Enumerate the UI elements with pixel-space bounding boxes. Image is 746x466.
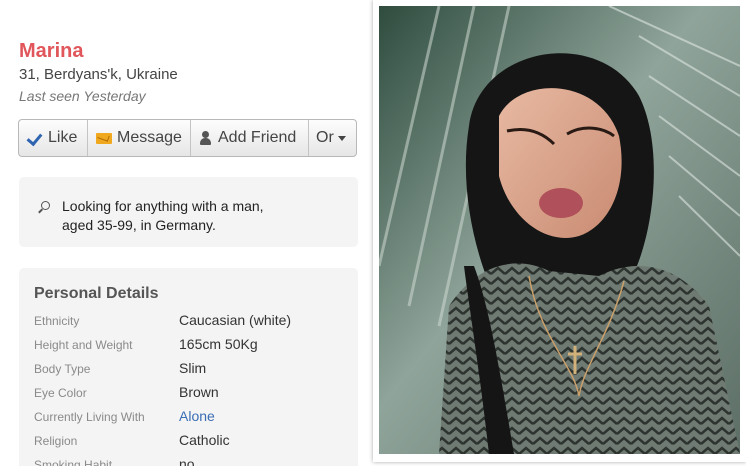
detail-row-religion: Religion Catholic (34, 432, 354, 452)
message-button[interactable]: Message (88, 120, 191, 156)
search-icon (38, 201, 51, 214)
detail-row-body-type: Body Type Slim (34, 360, 354, 380)
looking-for-text: Looking for anything with a man, aged 35… (62, 197, 302, 235)
add-person-icon (199, 130, 213, 146)
check-icon (27, 131, 43, 145)
envelope-icon (96, 132, 112, 144)
detail-label: Religion (34, 434, 78, 448)
looking-for-line-2: aged 35-99, in Germany. (62, 217, 216, 233)
profile-photo-image (379, 6, 740, 454)
profile-photo-frame (373, 0, 746, 462)
detail-label: Smoking Habit (34, 458, 113, 466)
detail-row-living-with: Currently Living With Alone (34, 408, 354, 428)
personal-details-panel: Personal Details Ethnicity Caucasian (wh… (19, 268, 358, 466)
profile-photo[interactable] (379, 6, 740, 454)
detail-label: Ethnicity (34, 314, 80, 328)
detail-row-eye-color: Eye Color Brown (34, 384, 354, 404)
like-label: Like (48, 129, 78, 146)
living-with-link[interactable]: Alone (179, 408, 215, 424)
message-label: Message (117, 129, 182, 146)
detail-row-height-weight: Height and Weight 165cm 50Kg (34, 336, 354, 356)
detail-value: Brown (179, 384, 219, 400)
like-button[interactable]: Like (19, 120, 88, 156)
looking-for-line-1: Looking for anything with a man, (62, 198, 264, 214)
detail-label: Currently Living With (34, 410, 145, 424)
or-label: Or (316, 129, 334, 146)
last-seen: Last seen Yesterday (19, 88, 146, 104)
detail-row-smoking: Smoking Habit no (34, 456, 354, 466)
detail-value: Catholic (179, 432, 230, 448)
detail-label: Height and Weight (34, 338, 133, 352)
detail-value: Caucasian (white) (179, 312, 292, 328)
detail-value: no (179, 456, 195, 466)
detail-value: Slim (179, 360, 207, 376)
more-options-dropdown[interactable]: Or (309, 120, 356, 156)
profile-location: 31, Berdyans'k, Ukraine (19, 66, 178, 83)
detail-value: 165cm 50Kg (179, 336, 258, 352)
detail-row-ethnicity: Ethnicity Caucasian (white) (34, 312, 354, 332)
detail-label: Body Type (34, 362, 91, 376)
add-friend-button[interactable]: Add Friend (191, 120, 309, 156)
action-buttons: Like Message Add Friend Or (18, 119, 357, 157)
looking-for-panel: Looking for anything with a man, aged 35… (19, 177, 358, 247)
personal-details-heading: Personal Details (34, 285, 159, 302)
profile-name: Marina (19, 40, 84, 62)
add-friend-label: Add Friend (218, 129, 297, 146)
detail-label: Eye Color (34, 386, 87, 400)
caret-down-icon (337, 135, 346, 141)
